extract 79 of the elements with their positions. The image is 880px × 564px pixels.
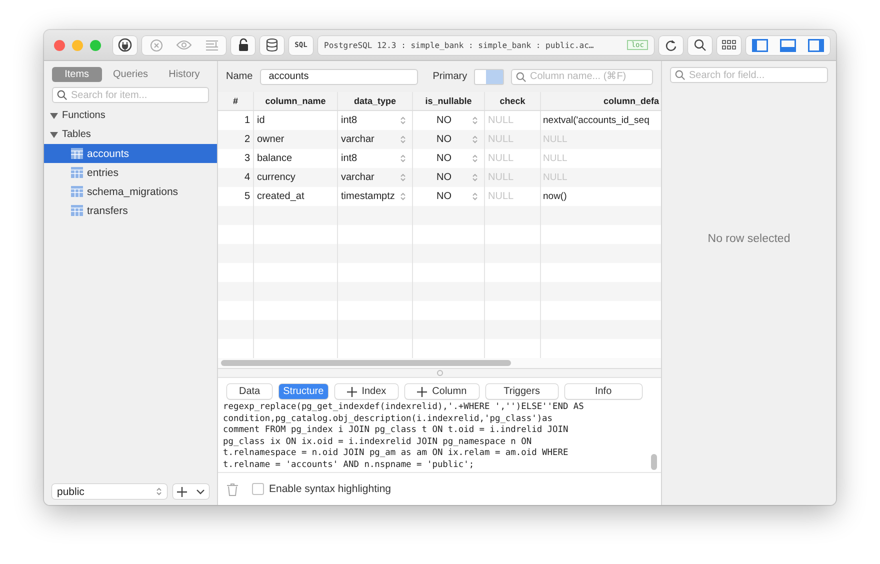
search-icon[interactable] [688, 36, 712, 54]
close-button[interactable] [54, 40, 65, 50]
column-search-field[interactable]: Column name... (⌘F) [511, 68, 653, 84]
empty-state-text: No row selected [706, 233, 792, 245]
grid-icon[interactable] [717, 36, 741, 54]
table-cell: currency [254, 168, 338, 187]
disclosure-triangle-icon[interactable] [50, 130, 58, 138]
table-list-item[interactable]: transfers [44, 201, 217, 220]
stepper-icon [400, 192, 406, 201]
stepper-icon [472, 116, 478, 125]
disclosure-triangle-icon[interactable] [50, 112, 58, 120]
refresh-icon[interactable] [659, 36, 683, 54]
type-select[interactable]: varchar [338, 130, 413, 149]
table-cell-text: NULL [542, 152, 568, 166]
name-label: Name [226, 71, 253, 82]
column-header[interactable]: is_nullable [413, 92, 485, 110]
group-label[interactable]: Functions [62, 110, 106, 121]
lock-icon[interactable] [231, 36, 255, 54]
stepper-icon [400, 116, 406, 125]
view-tab[interactable]: Triggers [486, 384, 558, 399]
table-list-item[interactable]: accounts [44, 144, 217, 163]
view-tab[interactable]: Data [227, 384, 272, 399]
table-list-item[interactable]: schema_migrations [44, 182, 217, 201]
view-tab[interactable]: Column [405, 384, 479, 399]
view-tab[interactable]: Structure [279, 384, 328, 399]
checkbox-label[interactable]: Enable syntax highlighting [269, 483, 392, 495]
checkbox[interactable] [252, 483, 264, 495]
scrollbar-thumb[interactable] [651, 454, 657, 470]
table-list-item[interactable]: entries [44, 163, 217, 182]
stepper-icon [472, 173, 478, 182]
plus-icon [417, 386, 428, 396]
column-header[interactable]: column_defa [541, 92, 661, 110]
column-header[interactable]: # [218, 92, 254, 110]
table-cell-text: nextval('accounts_id_seq [542, 114, 650, 128]
trash-icon[interactable] [227, 482, 238, 496]
search-icon [675, 70, 685, 80]
search-field[interactable]: Search for item... [52, 87, 209, 103]
stepper-icon [400, 135, 406, 144]
stepper-icon [156, 487, 162, 496]
table-icon [71, 205, 83, 216]
plug-icon[interactable] [113, 36, 137, 54]
plus-icon [346, 386, 357, 396]
nullable-select[interactable]: NO [413, 168, 485, 187]
stepper-icon [400, 173, 406, 182]
table-cell: owner [254, 130, 338, 149]
stepper-icon [472, 192, 478, 201]
search-icon [57, 90, 67, 100]
row-number: 4 [218, 168, 254, 187]
view-tab[interactable]: Index [334, 384, 398, 399]
nullable-select[interactable]: NO [413, 130, 485, 149]
view-tab[interactable]: Info [564, 384, 642, 399]
column-header[interactable]: column_name [254, 92, 338, 110]
scrollbar-thumb[interactable] [221, 360, 511, 366]
sidebar-tab[interactable]: History [159, 67, 210, 82]
color-swatch[interactable] [474, 68, 504, 84]
table-icon [71, 167, 83, 178]
column-header[interactable]: data_type [338, 92, 413, 110]
group-label[interactable]: Tables [62, 129, 91, 140]
connection-path: PostgreSQL 12.3 : simple_bank : simple_bank : public.ac… [324, 40, 594, 50]
schema-select[interactable]: public [52, 484, 167, 499]
stepper-icon [472, 154, 478, 163]
primary-label: Primary [432, 71, 468, 82]
search-icon [516, 72, 526, 82]
plus-icon [177, 486, 187, 496]
table-icon [71, 186, 83, 197]
column-header[interactable]: check [485, 92, 541, 110]
stepper-icon [400, 154, 406, 163]
chevron-down-icon [196, 488, 204, 494]
row-number: 2 [218, 130, 254, 149]
sql-query-text[interactable]: regexp_replace(pg_get_indexdef(indexrelid),'.+WHERE ','')ELSE''END AS condition,pg_catalog.obj_description(i.indexrelid,'pg_class')as comment FROM pg_index i JOIN pg_class t ON t.oid = i.indrelid JOIN pg_class ix ON ix.oid = i.indexrelid JOIN pg_namespace n ON t.relnamespace = n.oid JOIN pg_am as am ON ix.relam = am.oid WHERE t.relname = 'accounts' AND n.nspname = 'public'; [223, 402, 651, 472]
name-field[interactable]: accounts [260, 68, 418, 84]
table-cell-text: now() [542, 190, 568, 204]
field-search-field[interactable]: Search for field... [670, 67, 828, 83]
type-select[interactable]: varchar [338, 168, 413, 187]
database-icon[interactable] [260, 36, 284, 54]
stepper-icon [472, 135, 478, 144]
sidebar-tab[interactable]: Queries [106, 67, 156, 82]
split-handle[interactable] [436, 370, 442, 376]
table-icon [71, 148, 83, 159]
